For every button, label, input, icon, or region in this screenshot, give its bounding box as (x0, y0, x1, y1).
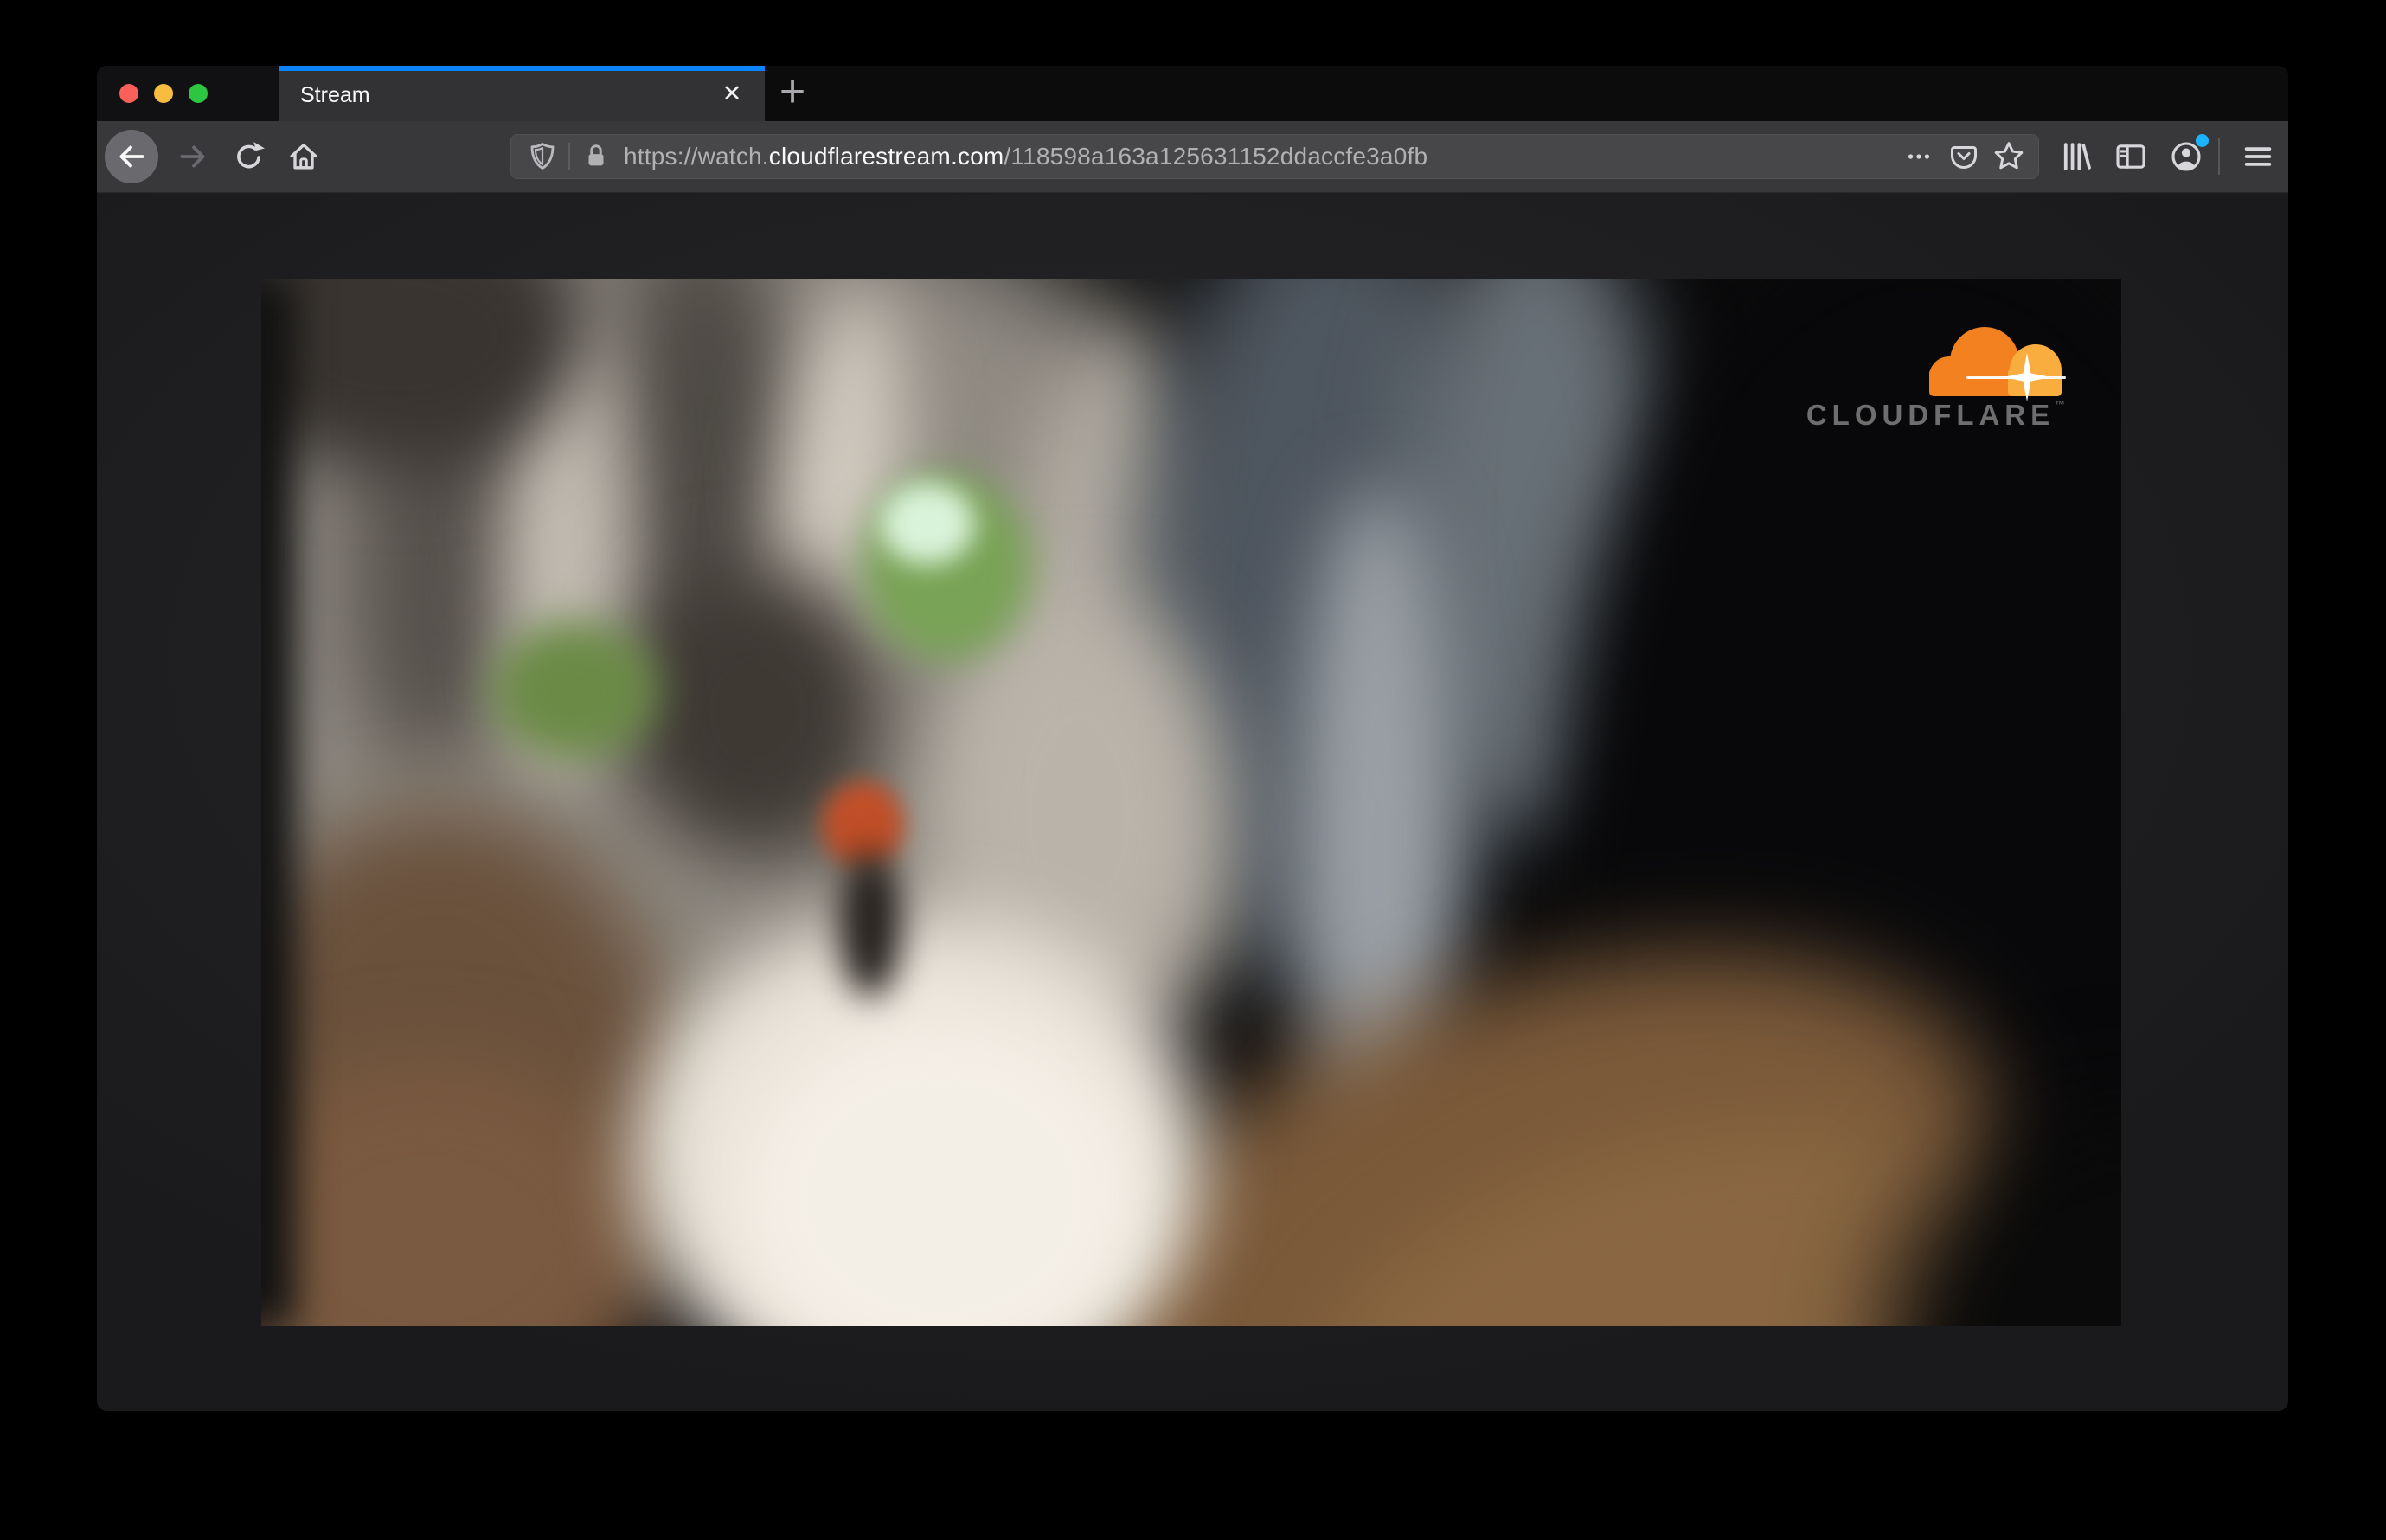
reload-button[interactable] (222, 130, 276, 183)
window-controls (97, 66, 279, 121)
toolbar-separator (2218, 138, 2220, 175)
tracking-protection-shield-icon[interactable] (523, 138, 561, 176)
close-window-button[interactable] (119, 84, 138, 103)
back-button[interactable] (105, 130, 158, 183)
pocket-icon (1951, 146, 1977, 169)
url-divider (568, 143, 570, 170)
video-blur-left-edge (261, 279, 296, 1326)
hamburger-menu-icon (2244, 147, 2272, 166)
library-button[interactable] (2052, 132, 2101, 181)
minimize-window-button[interactable] (154, 84, 173, 103)
lock-icon[interactable] (577, 138, 615, 176)
home-icon (290, 144, 317, 170)
new-tab-button[interactable]: + (770, 69, 815, 116)
url-scheme-subdomain: https://watch. (624, 143, 769, 170)
page-content: CLOUDFLARE™ (97, 194, 2288, 1411)
star-icon (1994, 142, 2024, 170)
tab-title: Stream (300, 83, 370, 107)
fullscreen-window-button[interactable] (189, 84, 208, 103)
bookmark-star-button[interactable] (1986, 138, 2031, 176)
tab-stream[interactable]: Stream ✕ (279, 66, 765, 121)
wordmark-text: CLOUDFLARE (1806, 399, 2056, 431)
video-player[interactable]: CLOUDFLARE™ (261, 279, 2121, 1326)
ellipsis-icon (1908, 154, 1930, 159)
video-blur-cat-eye-left (491, 621, 659, 760)
account-button[interactable] (2162, 132, 2210, 181)
sidebar-toggle-button[interactable] (2107, 132, 2155, 181)
url-bar[interactable]: https://watch.cloudflarestream.com/11859… (510, 134, 2039, 179)
plus-icon: + (779, 67, 806, 117)
home-button[interactable] (277, 130, 330, 183)
cloud-base-right (2008, 369, 2062, 396)
desktop-background: Stream ✕ + https://watch.cloudflarestrea… (0, 0, 2386, 1540)
url-path: /118598a163a125631152ddaccfe3a0fb (1004, 143, 1428, 170)
library-icon (2063, 143, 2091, 170)
url-domain: cloudflarestream.com (768, 143, 1004, 170)
back-arrow-icon (119, 145, 144, 168)
trademark-symbol: ™ (2055, 399, 2066, 411)
sidebar-icon (2116, 144, 2145, 169)
tab-bar: Stream ✕ + (97, 66, 2288, 121)
tab-close-icon[interactable]: ✕ (716, 78, 747, 109)
browser-window: Stream ✕ + https://watch.cloudflarestrea… (97, 66, 2288, 1411)
reload-icon (237, 142, 265, 169)
save-to-pocket-button[interactable] (1941, 138, 1986, 176)
video-blur-eye-highlight (880, 483, 975, 565)
forward-button[interactable] (166, 130, 220, 183)
app-menu-button[interactable] (2234, 132, 2282, 181)
navigation-toolbar: https://watch.cloudflarestream.com/11859… (97, 121, 2288, 193)
url-text: https://watch.cloudflarestream.com/11859… (624, 143, 1427, 170)
video-blur-cat-mouth (839, 850, 901, 998)
page-actions-button[interactable] (1896, 138, 1941, 176)
cloudflare-wordmark: CLOUDFLARE™ (1791, 399, 2081, 432)
cloudflare-cloud-logo (1929, 327, 2066, 401)
forward-arrow-icon (180, 145, 205, 168)
account-notification-dot (2196, 134, 2209, 147)
